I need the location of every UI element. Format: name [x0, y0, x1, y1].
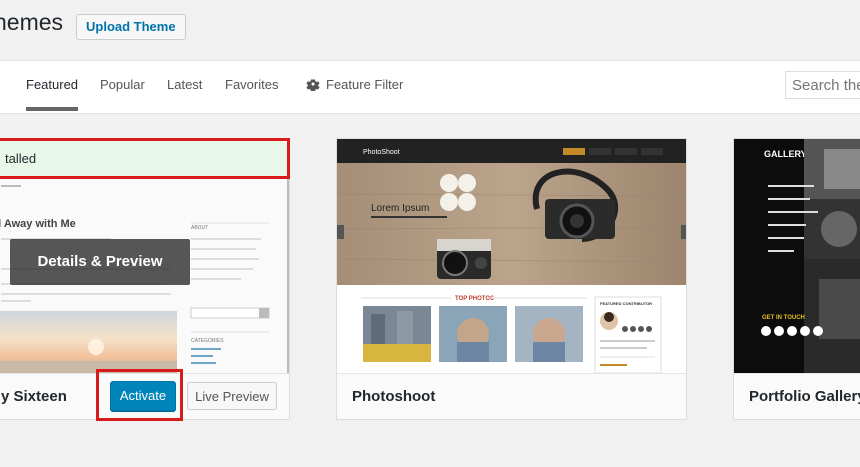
theme-screenshot: PhotoShoot Lorem Ipsum TOP PHOTOS FEATUR…: [337, 139, 686, 373]
tab-latest[interactable]: Latest: [167, 61, 202, 111]
theme-name: Photoshoot: [337, 373, 686, 419]
installed-notice: talled: [0, 138, 290, 179]
tab-favorites[interactable]: Favorites: [225, 61, 278, 111]
svg-text:Lorem Ipsum: Lorem Ipsum: [371, 203, 429, 214]
svg-text:GET IN TOUCH: GET IN TOUCH: [762, 315, 805, 321]
theme-card-portfolio-gallery[interactable]: GALLERY GET IN TOUCH Portfolio Gallery: [733, 138, 860, 420]
live-preview-button[interactable]: Live Preview: [187, 382, 277, 410]
upload-theme-button[interactable]: Upload Theme: [76, 14, 186, 40]
svg-text:ABOUT: ABOUT: [191, 225, 208, 231]
activate-highlight: Activate: [96, 369, 183, 421]
tab-featured[interactable]: Featured: [26, 61, 79, 111]
theme-card-photoshoot[interactable]: PhotoShoot Lorem Ipsum TOP PHOTOS FEATUR…: [336, 138, 687, 420]
activate-button[interactable]: Activate: [110, 381, 176, 411]
theme-screenshot: GALLERY GET IN TOUCH: [734, 139, 860, 373]
search-themes-input[interactable]: [785, 71, 860, 99]
tab-popular[interactable]: Popular: [100, 61, 145, 111]
svg-text:ail Away with Me: ail Away with Me: [0, 218, 76, 230]
svg-text:FEATURED CONTRIBUTOR: FEATURED CONTRIBUTOR: [600, 301, 652, 306]
feature-filter-label: Feature Filter: [326, 77, 404, 92]
details-preview-overlay[interactable]: Details & Preview: [10, 239, 190, 285]
theme-name: Portfolio Gallery: [734, 373, 860, 419]
svg-text:PhotoShoot: PhotoShoot: [363, 149, 400, 156]
filter-bar: Featured Popular Latest Favorites Featur…: [0, 60, 860, 114]
svg-text:GALLERY: GALLERY: [764, 149, 807, 159]
theme-preview-image: PhotoShoot Lorem Ipsum TOP PHOTOS FEATUR…: [337, 139, 686, 373]
page-title: hemes: [0, 9, 64, 35]
svg-text:CATEGORIES: CATEGORIES: [191, 338, 224, 344]
svg-text:TOP PHOTOS: TOP PHOTOS: [455, 296, 494, 302]
gear-icon: [306, 79, 320, 91]
tab-feature-filter[interactable]: Feature Filter: [306, 61, 403, 111]
theme-preview-image: GALLERY GET IN TOUCH: [734, 139, 860, 373]
